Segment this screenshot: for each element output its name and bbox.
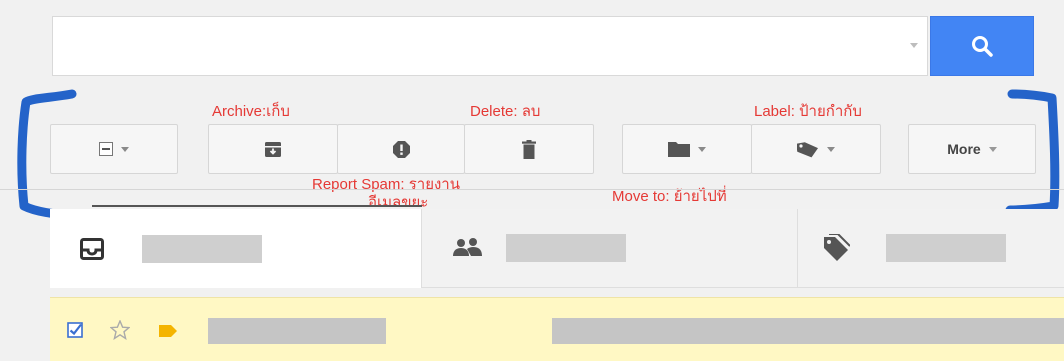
search-bar [52,16,1034,78]
chevron-down-icon [988,146,997,152]
search-icon [972,36,993,57]
select-all-button[interactable] [50,124,178,174]
tab-primary-label-placeholder [142,234,262,263]
inbox-icon [80,237,104,260]
annotation-underline [92,205,422,207]
report-spam-annotation-line1: Report Spam: รายงาน [312,176,460,193]
report-spam-icon [392,140,410,158]
archive-icon [265,141,281,157]
folder-icon [668,141,690,157]
tab-promotions[interactable] [798,209,1064,288]
promotions-tag-icon [824,234,850,261]
archive-button[interactable] [208,124,338,174]
more-button[interactable]: More [908,124,1036,174]
chevron-down-icon [121,146,129,152]
archive-annotation: Archive:เก็บ [212,103,290,120]
email-row[interactable] [50,297,1064,361]
tab-social[interactable] [422,209,798,288]
sender-placeholder [208,318,386,344]
move-to-button[interactable] [622,124,752,174]
checked-checkbox-icon[interactable] [67,322,83,338]
tab-promotions-label-placeholder [886,234,1006,262]
search-button[interactable] [930,16,1034,76]
search-input[interactable] [52,16,928,76]
labels-button[interactable] [751,124,881,174]
checkbox-icon [99,142,113,156]
inbox-tabs [50,209,1064,289]
search-options-chevron-icon[interactable] [910,43,918,48]
star-icon[interactable] [110,320,130,340]
label-marker-icon[interactable] [158,324,178,338]
tab-primary[interactable] [50,209,422,288]
tag-icon [797,142,819,158]
toolbar-divider [0,189,1064,190]
chevron-down-icon [698,146,706,152]
people-icon [453,238,482,256]
delete-button[interactable] [464,124,594,174]
trash-icon [522,139,536,159]
label-annotation: Label: ป้ายกำกับ [754,103,862,120]
move-to-annotation: Move to: ย้ายไปที่ [612,188,727,205]
report-spam-button[interactable] [337,124,465,174]
tab-social-label-placeholder [506,234,626,262]
delete-annotation: Delete: ลบ [470,103,541,120]
chevron-down-icon [827,146,835,152]
more-button-label: More [947,141,981,157]
subject-placeholder [552,318,1064,344]
